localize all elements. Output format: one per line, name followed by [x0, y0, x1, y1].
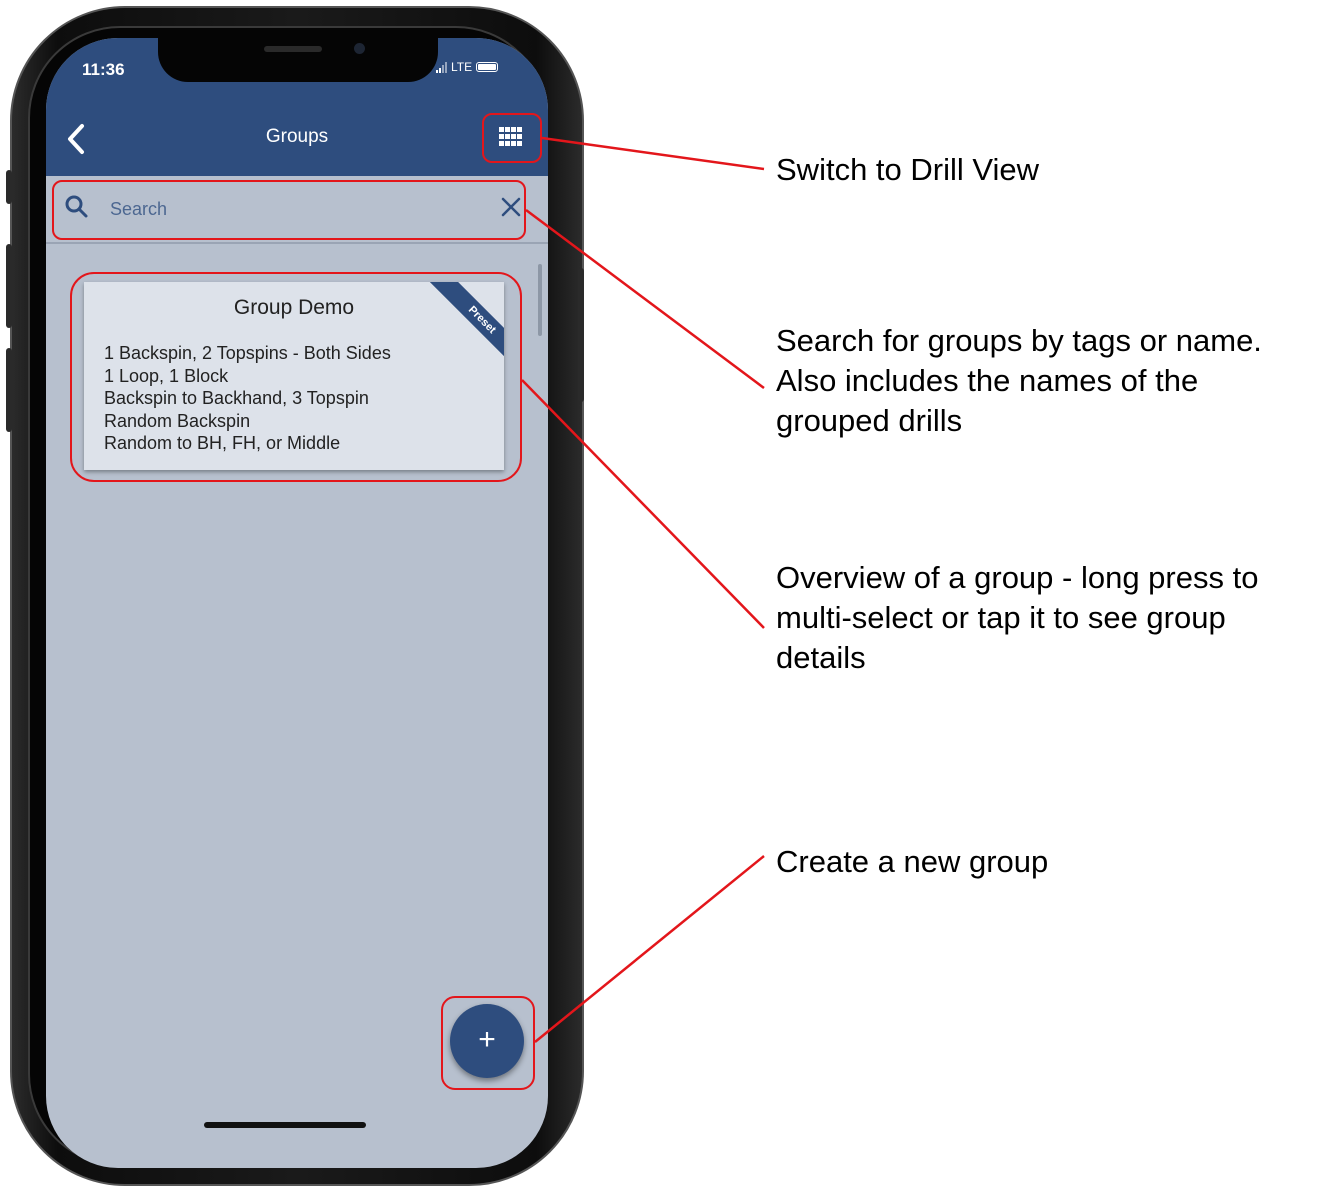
annotation-overview-line: details	[776, 640, 866, 675]
annotation-drill-view: Switch to Drill View	[776, 152, 1040, 187]
annotation-overview-line: multi-select or tap it to see group	[776, 600, 1226, 635]
annotation-search: Search for groups by tags or name. Also …	[776, 321, 1262, 441]
annotation-overview: Overview of a group - long press to mult…	[776, 558, 1258, 678]
annotation-create: Create a new group	[776, 844, 1049, 879]
annotation-search-line: Also includes the names of the	[776, 363, 1199, 398]
annotation-overview-line: Overview of a group - long press to	[776, 560, 1259, 595]
annotation-search-line: grouped drills	[776, 403, 963, 438]
annotation-search-line: Search for groups by tags or name.	[776, 323, 1262, 358]
